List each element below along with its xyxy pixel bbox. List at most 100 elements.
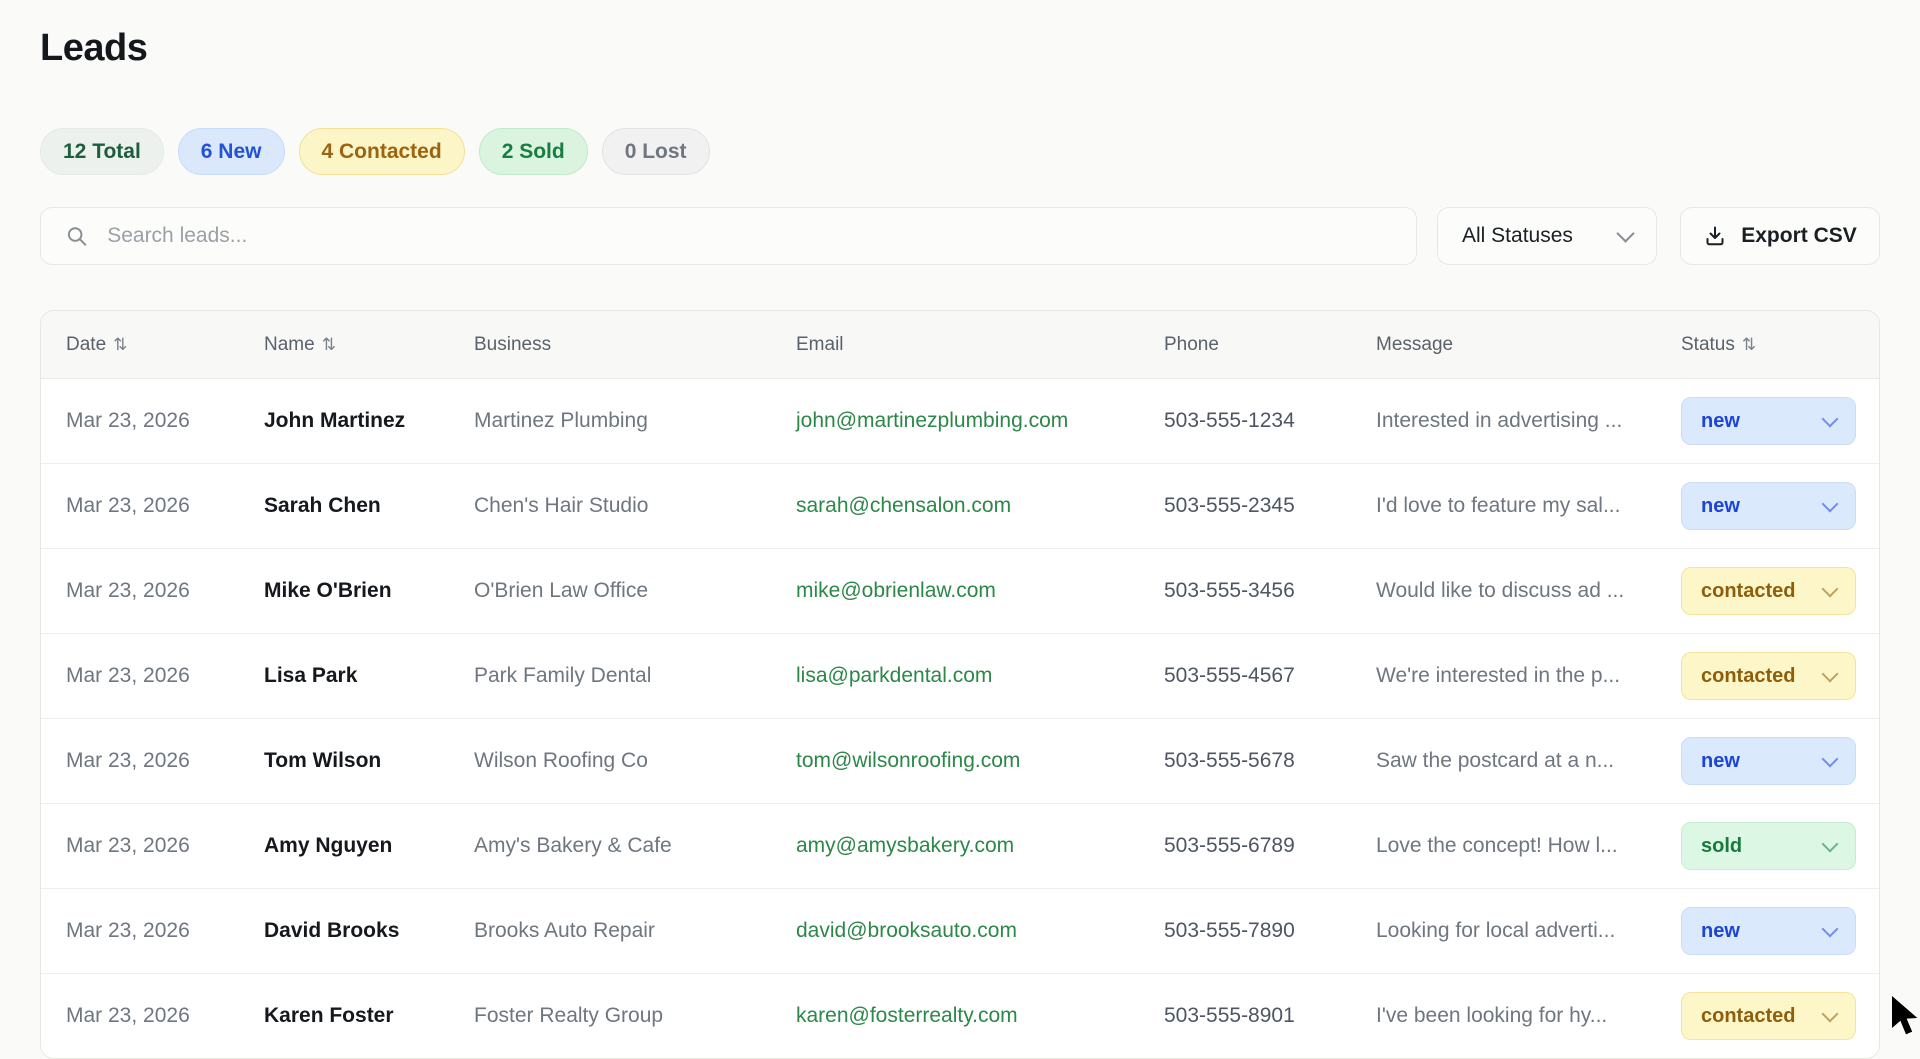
- lead-business: Martinez Plumbing: [449, 379, 771, 464]
- column-header-business: Business: [449, 311, 771, 379]
- chevron-down-icon: [1616, 224, 1634, 242]
- column-header-date[interactable]: Date⇅: [41, 311, 239, 379]
- column-header-label: Email: [796, 334, 844, 355]
- table-row: Mar 23, 2026 Amy Nguyen Amy's Bakery & C…: [41, 804, 1880, 889]
- lead-status-select[interactable]: new: [1681, 737, 1856, 785]
- lead-business: Wilson Roofing Co: [449, 719, 771, 804]
- lead-status-label: contacted: [1701, 665, 1795, 688]
- chevron-down-icon: [1822, 411, 1839, 428]
- lead-phone: 503-555-5678: [1139, 719, 1351, 804]
- summary-badge-label: 4 Contacted: [322, 140, 442, 164]
- summary-badge-total: 12 Total: [40, 128, 164, 175]
- chevron-down-icon: [1822, 496, 1839, 513]
- summary-badge-label: 6 New: [201, 140, 262, 164]
- lead-email-link[interactable]: amy@amysbakery.com: [796, 834, 1014, 857]
- column-header-name[interactable]: Name ⇅: [239, 311, 449, 379]
- table-row: Mar 23, 2026 David Brooks Brooks Auto Re…: [41, 889, 1880, 974]
- column-header-label: Message: [1376, 334, 1453, 355]
- toolbar: All Statuses Export CSV: [40, 207, 1880, 265]
- lead-name: Lisa Park: [239, 634, 449, 719]
- lead-date: Mar 23, 2026: [41, 379, 239, 464]
- summary-badge-label: 0 Lost: [625, 140, 687, 164]
- lead-date: Mar 23, 2026: [41, 464, 239, 549]
- search-icon: [65, 224, 88, 248]
- download-icon: [1703, 224, 1727, 248]
- lead-business: Park Family Dental: [449, 634, 771, 719]
- summary-badge-contacted: 4 Contacted: [299, 128, 465, 175]
- chevron-down-icon: [1822, 1006, 1839, 1023]
- chevron-down-icon: [1822, 751, 1839, 768]
- export-csv-button[interactable]: Export CSV: [1680, 207, 1880, 265]
- lead-message: We're interested in the p...: [1351, 634, 1656, 719]
- search-input[interactable]: [105, 223, 1392, 249]
- column-header-label: Date: [66, 334, 106, 355]
- lead-date: Mar 23, 2026: [41, 974, 239, 1059]
- column-header-label: Name: [264, 334, 315, 355]
- chevron-down-icon: [1822, 836, 1839, 853]
- table-row: Mar 23, 2026 Lisa Park Park Family Denta…: [41, 634, 1880, 719]
- lead-email-link[interactable]: john@martinezplumbing.com: [796, 409, 1068, 432]
- column-header-label: Business: [474, 334, 551, 355]
- summary-badges: 12 Total6 New4 Contacted2 Sold0 Lost: [40, 128, 1880, 175]
- lead-status-label: new: [1701, 750, 1740, 773]
- page-title: Leads: [40, 26, 1880, 70]
- lead-date: Mar 23, 2026: [41, 634, 239, 719]
- table-row: Mar 23, 2026 John Martinez Martinez Plum…: [41, 379, 1880, 464]
- lead-status-select[interactable]: contacted: [1681, 567, 1856, 615]
- lead-status-select[interactable]: new: [1681, 907, 1856, 955]
- lead-name: Sarah Chen: [239, 464, 449, 549]
- summary-badge-label: 12 Total: [63, 140, 141, 164]
- lead-status-select[interactable]: contacted: [1681, 652, 1856, 700]
- column-header-message: Message: [1351, 311, 1656, 379]
- table-row: Mar 23, 2026 Mike O'Brien O'Brien Law Of…: [41, 549, 1880, 634]
- lead-message: Love the concept! How l...: [1351, 804, 1656, 889]
- lead-status-label: contacted: [1701, 580, 1795, 603]
- table-row: Mar 23, 2026 Karen Foster Foster Realty …: [41, 974, 1880, 1059]
- status-filter-value: All Statuses: [1462, 224, 1573, 248]
- lead-status-select[interactable]: new: [1681, 397, 1856, 445]
- lead-status-label: new: [1701, 495, 1740, 518]
- lead-name: Karen Foster: [239, 974, 449, 1059]
- lead-email-link[interactable]: tom@wilsonroofing.com: [796, 749, 1020, 772]
- lead-status-label: contacted: [1701, 1005, 1795, 1028]
- lead-email-link[interactable]: lisa@parkdental.com: [796, 664, 992, 687]
- lead-phone: 503-555-6789: [1139, 804, 1351, 889]
- leads-page: Leads 12 Total6 New4 Contacted2 Sold0 Lo…: [0, 0, 1920, 1023]
- lead-date: Mar 23, 2026: [41, 889, 239, 974]
- table-header-row: Date⇅Name⇅BusinessEmailPhoneMessageStatu…: [41, 311, 1880, 379]
- status-filter-dropdown[interactable]: All Statuses: [1437, 207, 1657, 265]
- lead-message: Would like to discuss ad ...: [1351, 549, 1656, 634]
- lead-status-select[interactable]: contacted: [1681, 992, 1856, 1040]
- export-csv-label: Export CSV: [1741, 224, 1857, 248]
- lead-message: Interested in advertising ...: [1351, 379, 1656, 464]
- lead-business: Amy's Bakery & Cafe: [449, 804, 771, 889]
- lead-email-link[interactable]: mike@obrienlaw.com: [796, 579, 996, 602]
- lead-date: Mar 23, 2026: [41, 804, 239, 889]
- lead-status-select[interactable]: sold: [1681, 822, 1856, 870]
- lead-status-label: new: [1701, 920, 1740, 943]
- sort-icon: ⇅: [322, 335, 336, 355]
- lead-message: Looking for local adverti...: [1351, 889, 1656, 974]
- lead-phone: 503-555-4567: [1139, 634, 1351, 719]
- lead-business: O'Brien Law Office: [449, 549, 771, 634]
- lead-name: Amy Nguyen: [239, 804, 449, 889]
- lead-message: I'd love to feature my sal...: [1351, 464, 1656, 549]
- lead-status-select[interactable]: new: [1681, 482, 1856, 530]
- column-header-status[interactable]: Status ⇅: [1656, 311, 1880, 379]
- lead-message: I've been looking for hy...: [1351, 974, 1656, 1059]
- lead-email-link[interactable]: david@brooksauto.com: [796, 919, 1017, 942]
- table-row: Mar 23, 2026 Sarah Chen Chen's Hair Stud…: [41, 464, 1880, 549]
- search-box: [40, 207, 1417, 265]
- chevron-down-icon: [1822, 666, 1839, 683]
- lead-phone: 503-555-1234: [1139, 379, 1351, 464]
- lead-phone: 503-555-8901: [1139, 974, 1351, 1059]
- lead-email-link[interactable]: karen@fosterrealty.com: [796, 1004, 1018, 1027]
- column-header-label: Status: [1681, 334, 1735, 355]
- sort-icon: ⇅: [1742, 335, 1756, 355]
- lead-business: Foster Realty Group: [449, 974, 771, 1059]
- lead-name: Mike O'Brien: [239, 549, 449, 634]
- table-row: Mar 23, 2026 Tom Wilson Wilson Roofing C…: [41, 719, 1880, 804]
- lead-name: John Martinez: [239, 379, 449, 464]
- lead-email-link[interactable]: sarah@chensalon.com: [796, 494, 1011, 517]
- leads-table-card: Date⇅Name⇅BusinessEmailPhoneMessageStatu…: [40, 310, 1880, 1059]
